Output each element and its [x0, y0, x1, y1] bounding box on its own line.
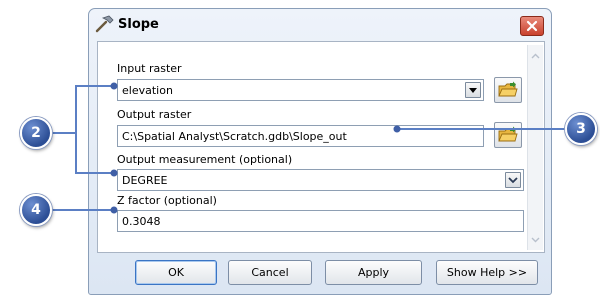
open-folder-icon: [498, 126, 518, 142]
parameters-panel: Input raster elevation Output raster C:\…: [97, 41, 545, 253]
output-raster-label: Output raster: [117, 108, 192, 121]
callout-2-badge: 2: [20, 117, 52, 149]
scroll-down-icon[interactable]: [529, 233, 542, 247]
output-measurement-dropdown[interactable]: DEGREE: [117, 169, 524, 191]
show-help-button[interactable]: Show Help >>: [436, 260, 538, 285]
dialog-title: Slope: [118, 17, 159, 32]
output-measurement-label: Output measurement (optional): [117, 153, 293, 166]
chevron-down-icon[interactable]: [465, 82, 481, 98]
scroll-up-icon[interactable]: [529, 49, 542, 63]
close-icon: [526, 20, 538, 32]
callout-3-badge: 3: [565, 113, 597, 145]
input-raster-dropdown[interactable]: elevation: [117, 79, 484, 101]
cancel-button[interactable]: Cancel: [228, 260, 312, 285]
close-button[interactable]: [520, 16, 544, 36]
slope-dialog: Slope Input raster elevation Output rast…: [88, 8, 552, 295]
input-raster-browse-button[interactable]: [494, 77, 522, 103]
title-bar: Slope: [89, 9, 551, 41]
open-folder-icon: [498, 81, 518, 97]
chevron-down-icon[interactable]: [505, 172, 521, 188]
ok-button[interactable]: OK: [135, 260, 217, 285]
output-raster-browse-button[interactable]: [494, 122, 522, 148]
input-raster-label: Input raster: [117, 62, 182, 75]
apply-button[interactable]: Apply: [325, 260, 422, 285]
input-raster-value: elevation: [122, 83, 173, 97]
z-factor-input[interactable]: 0.3048: [117, 210, 524, 232]
z-factor-label: Z factor (optional): [117, 194, 217, 207]
z-factor-value: 0.3048: [122, 214, 161, 228]
output-measurement-value: DEGREE: [122, 173, 168, 187]
output-raster-value: C:\Spatial Analyst\Scratch.gdb\Slope_out: [122, 129, 347, 143]
callout-4-badge: 4: [20, 194, 52, 226]
output-raster-input[interactable]: C:\Spatial Analyst\Scratch.gdb\Slope_out: [117, 125, 484, 147]
hammer-icon: [94, 14, 116, 34]
vertical-scrollbar[interactable]: [527, 45, 543, 250]
